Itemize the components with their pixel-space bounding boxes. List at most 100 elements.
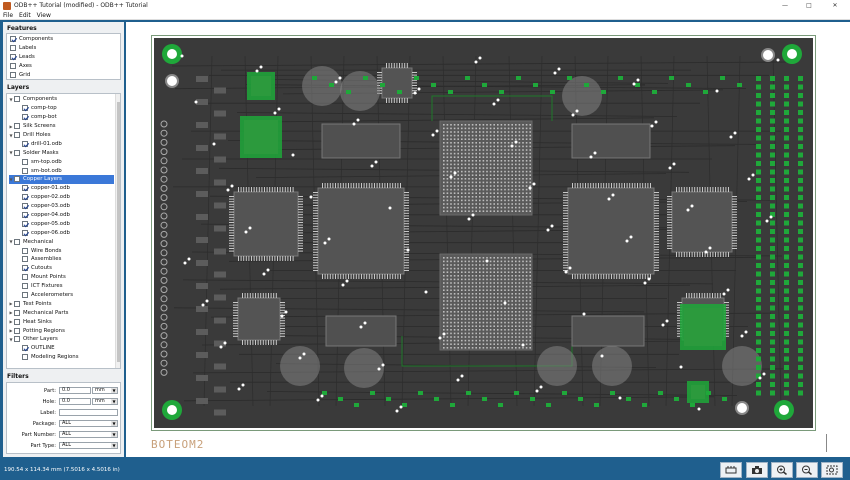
- feature-checkbox[interactable]: [10, 36, 16, 43]
- feature-components-row[interactable]: Components: [10, 35, 117, 44]
- layer-checkbox[interactable]: [22, 114, 28, 121]
- layer-row-assemblies[interactable]: Assemblies: [9, 255, 114, 264]
- layer-row-outline[interactable]: OUTLINE: [9, 344, 114, 353]
- layer-row-copper-05-odb[interactable]: copper-05.odb: [9, 219, 114, 228]
- label-input[interactable]: [59, 409, 118, 416]
- layer-row-test-points[interactable]: ▶ Test Points: [9, 299, 114, 308]
- layer-checkbox[interactable]: [22, 167, 28, 174]
- layer-checkbox[interactable]: [22, 229, 28, 236]
- layer-checkbox[interactable]: [22, 247, 28, 254]
- layer-row-components[interactable]: ▼ Components: [9, 95, 114, 104]
- layer-checkbox[interactable]: [14, 309, 20, 316]
- part-input[interactable]: 0.0: [59, 387, 91, 394]
- layer-checkbox[interactable]: [22, 140, 28, 147]
- menu-file[interactable]: File: [3, 12, 13, 19]
- layer-row-ict-fixtures[interactable]: ICT Fixtures: [9, 282, 114, 291]
- layer-checkbox[interactable]: [14, 149, 20, 156]
- layer-row-wire-bonds[interactable]: Wire Bonds: [9, 246, 114, 255]
- feature-axes-row[interactable]: Axes: [10, 62, 117, 71]
- layer-checkbox[interactable]: [22, 158, 28, 165]
- feature-checkbox[interactable]: [10, 54, 16, 61]
- layer-row-cutouts[interactable]: Cutouts: [9, 264, 114, 273]
- feature-labels-row[interactable]: Labels: [10, 44, 117, 53]
- close-button[interactable]: ✕: [826, 0, 844, 11]
- feature-leads-row[interactable]: Leads: [10, 53, 117, 62]
- canvas-scroll-indicator[interactable]: [826, 434, 827, 452]
- layer-checkbox[interactable]: [22, 220, 28, 227]
- layer-row-heat-sinks[interactable]: ▶ Heat Sinks: [9, 317, 114, 326]
- part-type-select[interactable]: ALL ▼: [59, 442, 118, 449]
- layer-row-solder-masks[interactable]: ▼ Solder Masks: [9, 148, 114, 157]
- layer-row-copper-layers[interactable]: ▼ Copper Layers: [9, 175, 114, 184]
- layer-row-sm-bot-odb[interactable]: sm-bot.odb: [9, 166, 114, 175]
- layer-checkbox[interactable]: [14, 300, 20, 307]
- layer-checkbox[interactable]: [22, 185, 28, 192]
- zoom-fit-button[interactable]: [821, 462, 843, 478]
- maximize-button[interactable]: □: [800, 0, 818, 11]
- layers-scrollbar[interactable]: [115, 94, 120, 368]
- menu-view[interactable]: View: [37, 12, 51, 19]
- zoom-in-button[interactable]: [771, 462, 793, 478]
- feature-checkbox[interactable]: [10, 72, 16, 78]
- minimize-button[interactable]: —: [776, 0, 794, 11]
- layer-checkbox[interactable]: [22, 283, 28, 290]
- layer-checkbox[interactable]: [14, 238, 20, 245]
- expand-toggle-icon[interactable]: ▼: [9, 150, 13, 155]
- expand-toggle-icon[interactable]: ▶: [9, 301, 13, 306]
- layer-row-comp-bot[interactable]: comp-bot: [9, 113, 114, 122]
- expand-toggle-icon[interactable]: ▶: [9, 319, 13, 324]
- zoom-out-button[interactable]: [796, 462, 818, 478]
- layer-checkbox[interactable]: [14, 176, 20, 183]
- expand-toggle-icon[interactable]: ▶: [9, 310, 13, 315]
- expand-toggle-icon[interactable]: ▶: [9, 328, 13, 333]
- part-number-select[interactable]: ALL ▼: [59, 431, 118, 438]
- layer-row-modeling-regions[interactable]: Modeling Regions: [9, 353, 114, 362]
- layer-row-copper-02-odb[interactable]: copper-02.odb: [9, 193, 114, 202]
- screenshot-button[interactable]: [746, 462, 768, 478]
- layer-checkbox[interactable]: [22, 292, 28, 299]
- layer-row-mechanical[interactable]: ▼ Mechanical: [9, 237, 114, 246]
- layer-row-potting-regions[interactable]: ▶ Potting Regions: [9, 326, 114, 335]
- feature-checkbox[interactable]: [10, 45, 16, 52]
- feature-checkbox[interactable]: [10, 63, 16, 70]
- layer-checkbox[interactable]: [14, 318, 20, 325]
- hole-input[interactable]: 0.0: [59, 398, 91, 405]
- layers-scroll-thumb[interactable]: [117, 102, 120, 362]
- layer-checkbox[interactable]: [14, 96, 20, 103]
- layer-checkbox[interactable]: [14, 327, 20, 334]
- pcb-board[interactable]: [152, 36, 815, 430]
- feature-grid-row[interactable]: Grid: [10, 71, 117, 80]
- layer-row-copper-04-odb[interactable]: copper-04.odb: [9, 211, 114, 220]
- layer-row-silk-screens[interactable]: ▶ Silk Screens: [9, 122, 114, 131]
- layer-row-copper-06-odb[interactable]: copper-06.odb: [9, 228, 114, 237]
- layer-row-drill-holes[interactable]: ▼ Drill Holes: [9, 131, 114, 140]
- layer-row-copper-01-odb[interactable]: copper-01.odb: [9, 184, 114, 193]
- layer-checkbox[interactable]: [14, 123, 20, 130]
- layers-button[interactable]: [720, 462, 742, 478]
- hole-unit-select[interactable]: mm ▼: [92, 398, 118, 405]
- part-unit-select[interactable]: mm ▼: [92, 387, 118, 394]
- expand-toggle-icon[interactable]: ▼: [9, 133, 13, 138]
- layer-row-mechanical-parts[interactable]: ▶ Mechanical Parts: [9, 308, 114, 317]
- layer-checkbox[interactable]: [14, 132, 20, 138]
- expand-toggle-icon[interactable]: ▼: [9, 97, 13, 102]
- expand-toggle-icon[interactable]: ▼: [9, 337, 13, 342]
- layer-row-drill-01-odb[interactable]: drill-01.odb: [9, 139, 114, 148]
- expand-toggle-icon[interactable]: ▶: [9, 124, 13, 129]
- layer-row-mount-points[interactable]: Mount Points: [9, 273, 114, 282]
- layer-checkbox[interactable]: [22, 212, 28, 219]
- layer-row-copper-03-odb[interactable]: copper-03.odb: [9, 202, 114, 211]
- layer-row-sm-top-odb[interactable]: sm-top.odb: [9, 157, 114, 166]
- layer-checkbox[interactable]: [22, 274, 28, 281]
- layer-checkbox[interactable]: [22, 194, 28, 201]
- package-select[interactable]: ALL ▼: [59, 420, 118, 427]
- layers-tree[interactable]: ▼ Components comp-top comp-bot ▶ Silk Screens…: [6, 93, 121, 369]
- layer-checkbox[interactable]: [22, 203, 28, 210]
- layer-row-accelerometers[interactable]: Accelerometers: [9, 291, 114, 300]
- layer-checkbox[interactable]: [22, 354, 28, 361]
- layer-checkbox[interactable]: [22, 256, 28, 263]
- expand-toggle-icon[interactable]: ▼: [9, 177, 13, 182]
- layer-checkbox[interactable]: [22, 265, 28, 272]
- menu-edit[interactable]: Edit: [19, 12, 31, 19]
- layer-row-other-layers[interactable]: ▼ Other Layers: [9, 335, 114, 344]
